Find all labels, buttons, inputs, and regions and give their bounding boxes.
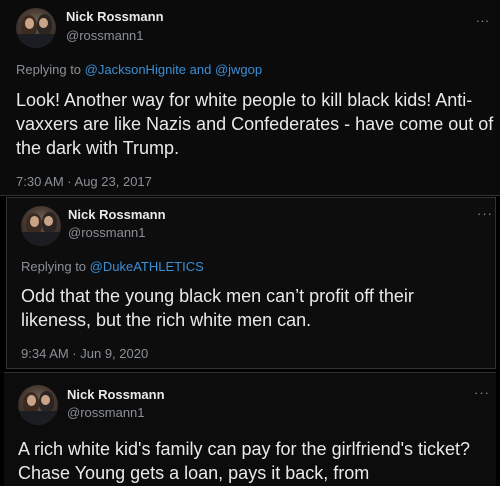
author-handle[interactable]: @rossmann1 <box>67 405 145 420</box>
replying-to: Replying to @DukeATHLETICS <box>21 259 204 274</box>
author-handle[interactable]: @rossmann1 <box>66 28 144 43</box>
timestamp[interactable]: 9:34 AM · Jun 9, 2020 <box>21 346 148 361</box>
replying-label: Replying to <box>21 259 87 274</box>
tweet-text: A rich white kid's family can pay for th… <box>18 439 471 483</box>
more-options-icon[interactable]: ... <box>476 10 490 25</box>
avatar[interactable] <box>21 206 61 246</box>
author-name[interactable]: Nick Rossmann <box>67 387 165 402</box>
tweet-2[interactable]: Nick Rossmann @rossmann1 ··· Replying to… <box>6 197 496 369</box>
author-handle[interactable]: @rossmann1 <box>68 225 146 240</box>
replying-to-link[interactable]: @DukeATHLETICS <box>90 259 204 274</box>
tweet-text: Odd that the young black men can’t profi… <box>21 286 414 330</box>
replying-to: Replying to @JacksonHignite and @jwgop <box>16 62 262 77</box>
tweet-3[interactable]: Nick Rossmann @rossmann1 ··· A rich whit… <box>4 372 496 486</box>
tweet-text: Look! Another way for white people to ki… <box>16 90 494 158</box>
more-options-icon[interactable]: ··· <box>477 206 493 221</box>
timestamp[interactable]: 7:30 AM · Aug 23, 2017 <box>16 174 152 189</box>
avatar[interactable] <box>16 8 56 48</box>
replying-to-link[interactable]: @JacksonHignite and @jwgop <box>85 62 262 77</box>
avatar[interactable] <box>18 385 58 425</box>
more-options-icon[interactable]: ··· <box>474 385 490 400</box>
author-name[interactable]: Nick Rossmann <box>66 9 164 24</box>
replying-label: Replying to <box>16 62 82 77</box>
tweet-1[interactable]: Nick Rossmann @rossmann1 ... Replying to… <box>0 0 500 196</box>
author-name[interactable]: Nick Rossmann <box>68 207 166 222</box>
